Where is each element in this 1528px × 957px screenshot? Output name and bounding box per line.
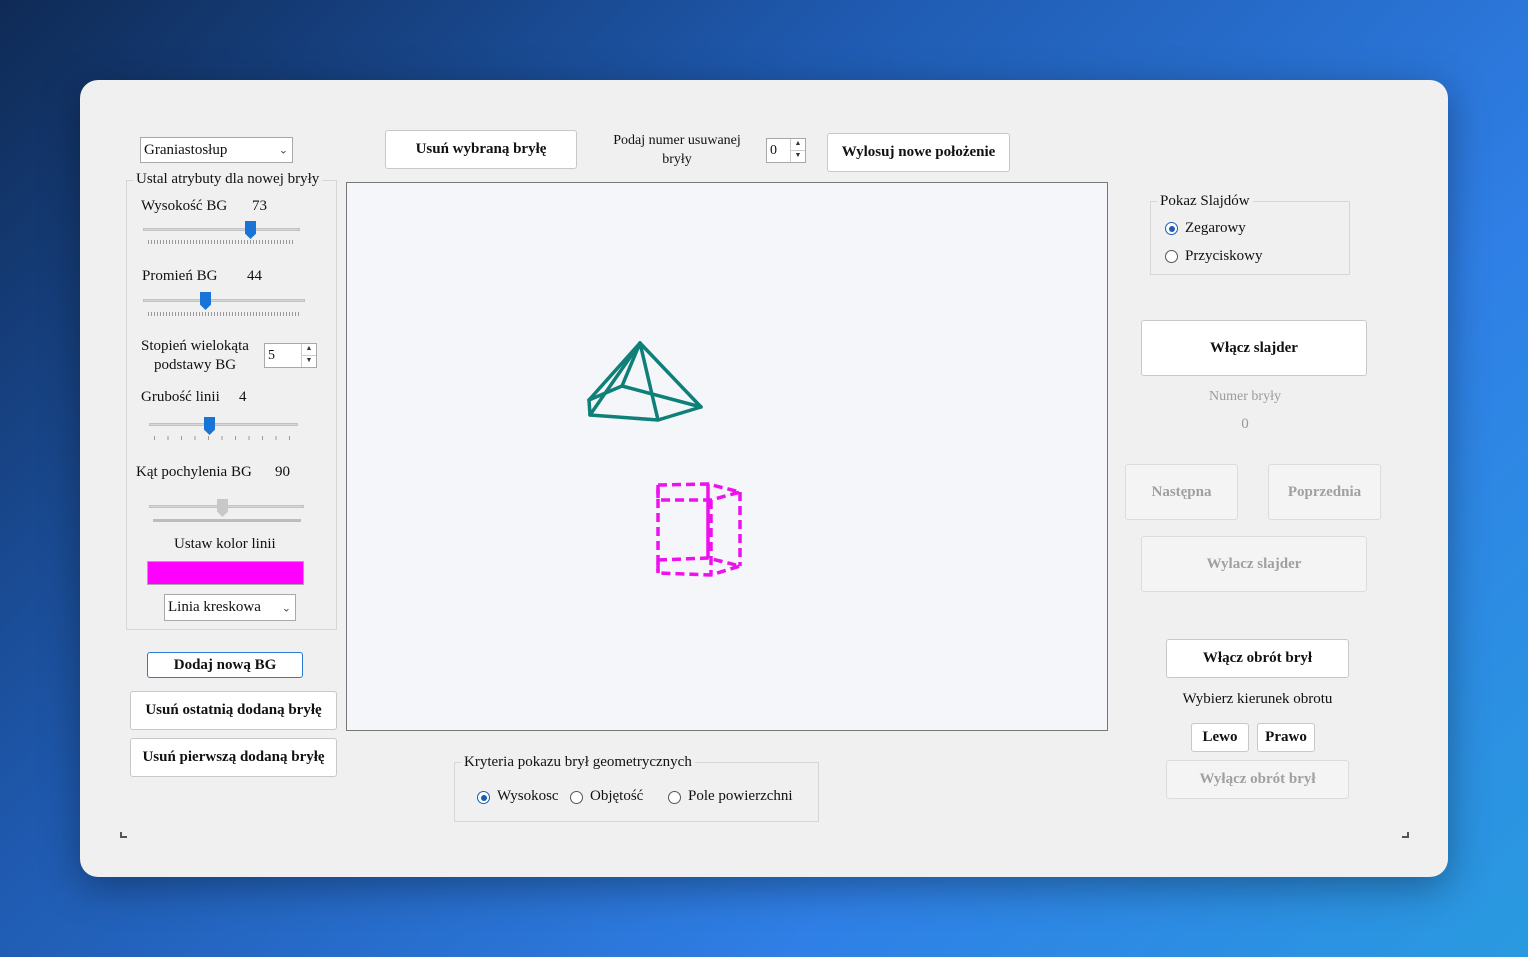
polygon-degree-stepper[interactable]: 5 ▲ ▼ xyxy=(264,343,317,368)
disable-rotation-button[interactable]: Wyłącz obrót brył xyxy=(1166,760,1349,799)
polygon-degree-label-line1: Stopień wielokąta xyxy=(141,338,249,354)
line-width-label: Grubość linii xyxy=(141,389,220,405)
slideshow-radio-clock[interactable] xyxy=(1165,222,1178,235)
criteria-label-volume: Objętość xyxy=(590,788,644,804)
chevron-down-icon: ⌄ xyxy=(281,602,291,614)
attributes-group-title: Ustal atrybuty dla nowej bryły xyxy=(133,171,323,188)
remove-last-button[interactable]: Usuń ostatnią dodaną bryłę xyxy=(130,691,337,730)
enable-slider-button[interactable]: Włącz slajder xyxy=(1141,320,1367,376)
canvas-svg xyxy=(587,341,742,577)
slideshow-group-title: Pokaz Slajdów xyxy=(1157,193,1253,210)
prism-solid[interactable] xyxy=(656,482,742,577)
slideshow-label-button: Przyciskowy xyxy=(1185,248,1263,264)
radius-value: 44 xyxy=(247,268,262,284)
criteria-label-surface: Pole powierzchni xyxy=(688,788,793,804)
slideshow-label-clock: Zegarowy xyxy=(1185,220,1246,236)
next-button[interactable]: Następna xyxy=(1125,464,1238,520)
line-width-slider-track[interactable] xyxy=(149,423,298,426)
tilt-label: Kąt pochylenia BG xyxy=(136,464,252,480)
previous-button[interactable]: Poprzednia xyxy=(1268,464,1381,520)
height-slider-ticks xyxy=(148,240,295,244)
solid-number-label: Numer bryły xyxy=(1209,389,1281,404)
slideshow-radio-button[interactable] xyxy=(1165,250,1178,263)
shape-type-value: Graniastosłup xyxy=(144,141,228,158)
chevron-down-icon: ⌄ xyxy=(278,144,288,157)
criteria-radio-volume[interactable] xyxy=(570,791,583,804)
prism-bottom xyxy=(656,556,742,577)
stepper-arrows[interactable]: ▲ ▼ xyxy=(790,139,805,162)
pyramid-edge xyxy=(588,341,642,417)
radius-label: Promień BG xyxy=(142,268,218,284)
height-value: 73 xyxy=(252,198,267,214)
criteria-radio-height[interactable] xyxy=(477,791,490,804)
polygon-degree-label-line2: podstawy BG xyxy=(154,357,237,373)
app-window: Graniastosłup ⌄ Ustal atrybuty dla nowej… xyxy=(80,80,1448,877)
stepper-up-icon[interactable]: ▲ xyxy=(791,139,805,151)
radius-slider-ticks xyxy=(148,312,300,316)
prism-top xyxy=(656,482,742,502)
rotation-direction-label: Wybierz kierunek obrotu xyxy=(1182,691,1333,707)
height-slider-track[interactable] xyxy=(143,228,300,231)
rotate-left-button[interactable]: Lewo xyxy=(1191,723,1249,752)
line-color-label: Ustaw kolor linii xyxy=(174,536,276,552)
rotate-right-button[interactable]: Prawo xyxy=(1257,723,1315,752)
add-solid-button[interactable]: Dodaj nową BG xyxy=(147,652,303,678)
remove-selected-button[interactable]: Usuń wybraną bryłę xyxy=(385,130,577,169)
stepper-down-icon[interactable]: ▼ xyxy=(302,356,316,368)
radius-slider-track[interactable] xyxy=(143,299,305,302)
stepper-up-icon[interactable]: ▲ xyxy=(302,344,316,356)
enable-rotation-button[interactable]: Włącz obrót brył xyxy=(1166,639,1349,678)
stepper-arrows[interactable]: ▲ ▼ xyxy=(301,344,316,367)
reposition-button[interactable]: Wylosuj nowe położenie xyxy=(827,133,1010,172)
remove-first-button[interactable]: Usuń pierwszą dodaną bryłę xyxy=(130,738,337,777)
remove-number-value: 0 xyxy=(770,142,777,158)
remove-number-label-line1: Podaj numer usuwanej xyxy=(613,133,741,148)
resize-grip-icon[interactable] xyxy=(1402,832,1409,838)
solid-number-value: 0 xyxy=(1241,416,1249,432)
disable-slider-button[interactable]: Wylacz slajder xyxy=(1141,536,1367,592)
line-width-value: 4 xyxy=(239,389,247,405)
polygon-degree-value: 5 xyxy=(268,347,275,363)
corner-mark-left xyxy=(120,832,127,838)
drawing-canvas[interactable] xyxy=(346,182,1108,731)
line-color-swatch[interactable] xyxy=(147,561,304,585)
tilt-value: 90 xyxy=(275,464,290,480)
line-style-select[interactable]: Linia kreskowa ⌄ xyxy=(164,594,296,621)
criteria-radio-surface[interactable] xyxy=(668,791,681,804)
tilt-slider-baseline xyxy=(153,519,301,522)
pyramid-solid[interactable] xyxy=(587,341,703,422)
stepper-down-icon[interactable]: ▼ xyxy=(791,151,805,163)
line-width-slider-ticks xyxy=(154,436,294,440)
height-label: Wysokość BG xyxy=(141,198,228,214)
shape-type-select[interactable]: Graniastosłup ⌄ xyxy=(140,137,293,163)
criteria-group-title: Kryteria pokazu brył geometrycznych xyxy=(461,754,695,771)
line-style-value: Linia kreskowa xyxy=(168,599,261,615)
criteria-label-height: Wysokosc xyxy=(497,788,559,804)
remove-number-label-line2: bryły xyxy=(662,152,692,167)
remove-number-stepper[interactable]: 0 ▲ ▼ xyxy=(766,138,806,163)
